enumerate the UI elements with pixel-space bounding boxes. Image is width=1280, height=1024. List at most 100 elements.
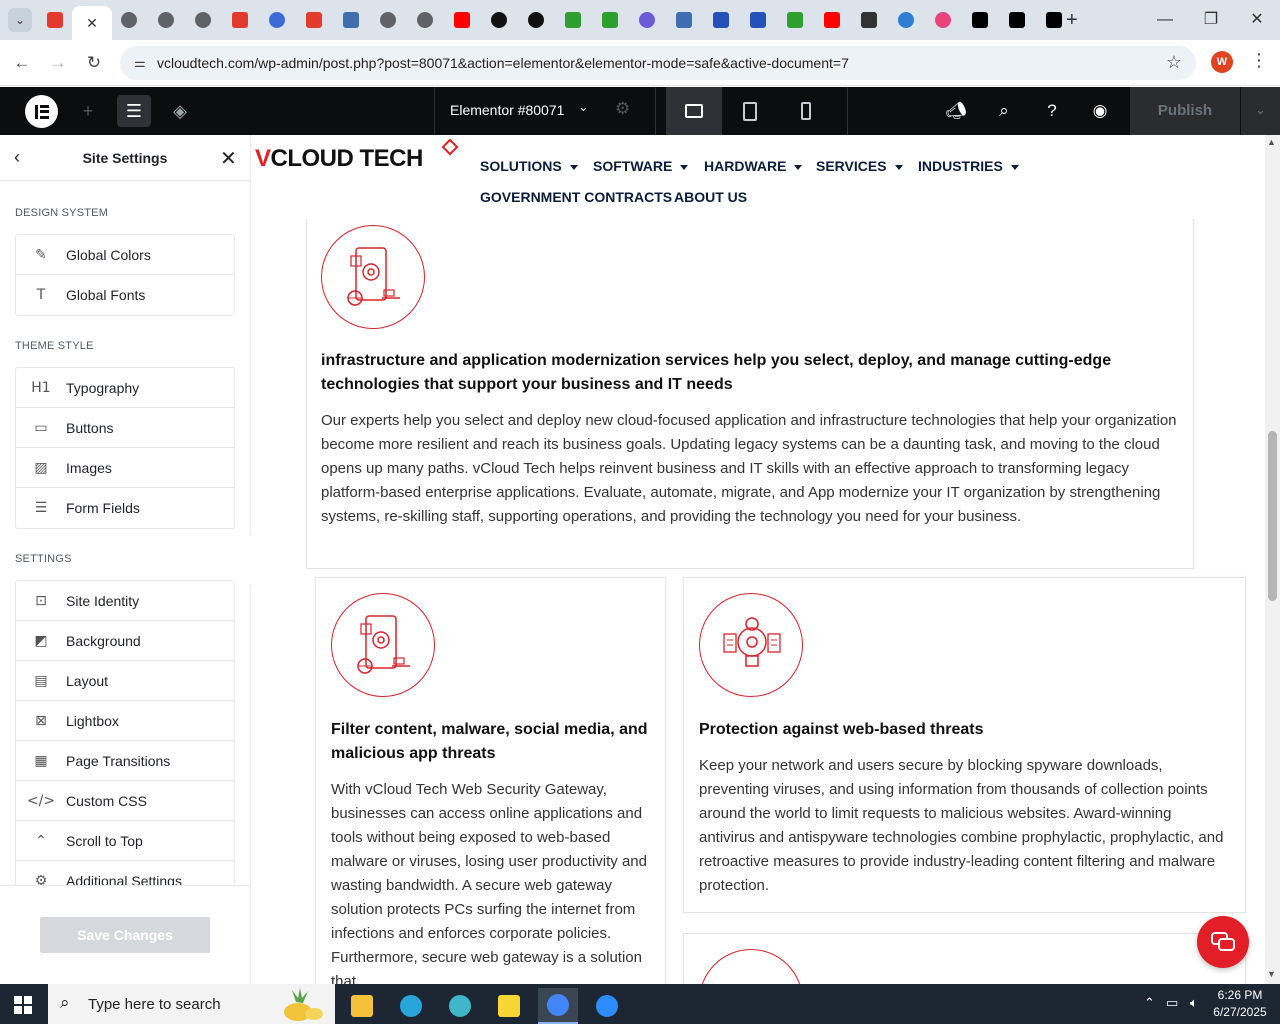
network-icon[interactable]: ▭ [1166, 995, 1178, 1011]
browser-tab[interactable] [39, 6, 71, 34]
publish-options-chevron-icon[interactable]: ⌄ [1241, 87, 1280, 135]
chat-icon[interactable] [1197, 916, 1249, 968]
nav-menu-item[interactable]: SERVICES [816, 158, 903, 174]
browser-tab[interactable] [520, 6, 552, 34]
scroll-thumb[interactable] [1268, 431, 1277, 601]
close-icon[interactable]: ✕ [220, 146, 237, 171]
panel-item-global-colors[interactable]: ✎ Global Colors [16, 235, 234, 275]
add-element-icon[interactable]: + [71, 95, 105, 127]
page-settings-gear-icon[interactable]: ⚙ [615, 99, 630, 119]
panel-item-form-fields[interactable]: ☰ Form Fields [16, 488, 234, 528]
browser-tab[interactable] [1001, 6, 1033, 34]
panel-item-images[interactable]: ▨ Images [16, 448, 234, 488]
browser-tab[interactable] [187, 6, 219, 34]
address-bar[interactable]: ⚌ vcloudtech.com/wp-admin/post.php?post=… [120, 46, 1196, 80]
panel-item-typography[interactable]: H1 Typography [16, 368, 234, 408]
preview-eye-icon[interactable]: ◉ [1088, 99, 1112, 123]
panel-item-site-identity[interactable]: ⊡ Site Identity [16, 581, 234, 621]
app-icon[interactable] [440, 988, 480, 1024]
reload-icon[interactable]: ↻ [83, 52, 105, 74]
file-explorer-icon[interactable] [342, 988, 382, 1024]
nav-menu-item[interactable]: INDUSTRIES [918, 158, 1019, 174]
save-changes-button[interactable]: Save Changes [40, 917, 210, 953]
browser-tab[interactable] [409, 6, 441, 34]
nav-menu-item[interactable]: SOFTWARE [593, 158, 689, 174]
site-info-icon[interactable]: ⚌ [130, 53, 150, 73]
volume-icon[interactable]: 🔈︎ [1190, 995, 1198, 1011]
panel-item-buttons[interactable]: ▭ Buttons [16, 408, 234, 448]
zoom-icon[interactable] [587, 988, 627, 1024]
new-tab-button[interactable]: + [1066, 8, 1086, 32]
browser-menu-icon[interactable]: ⋮ [1250, 50, 1268, 71]
browser-tab[interactable] [372, 6, 404, 34]
tablet-device-icon[interactable] [722, 87, 778, 135]
nav-menu-item[interactable]: HARDWARE [704, 158, 803, 174]
panel-scroll-area[interactable]: DESIGN SYSTEM ✎ Global Colors T Global Font… [0, 182, 250, 885]
minimize-button[interactable]: — [1150, 8, 1180, 32]
browser-tab[interactable] [446, 6, 478, 34]
nav-menu-item[interactable]: GOVERNMENT CONTRACTS [480, 189, 672, 205]
mobile-device-icon[interactable] [778, 87, 834, 135]
windows-start-icon[interactable] [14, 996, 32, 1014]
nav-menu-item[interactable]: ABOUT US [674, 189, 747, 205]
search-icon[interactable]: ⌕ [992, 99, 1016, 123]
bookmark-star-icon[interactable]: ☆ [1166, 52, 1182, 73]
browser-tab[interactable] [853, 6, 885, 34]
profile-avatar[interactable]: W [1211, 51, 1233, 73]
browser-tab[interactable] [927, 6, 959, 34]
back-icon[interactable]: ← [11, 52, 33, 74]
forward-icon[interactable]: → [47, 52, 69, 74]
help-icon[interactable]: ? [1040, 99, 1064, 123]
chrome-icon[interactable] [538, 988, 578, 1024]
scroll-down-arrow-icon[interactable]: ▼ [1267, 969, 1276, 979]
scroll-up-arrow-icon[interactable]: ▲ [1267, 137, 1276, 147]
browser-tab[interactable] [964, 6, 996, 34]
tab-search-dropdown[interactable]: ⌄ [8, 8, 32, 32]
site-settings-icon[interactable]: ☰ [117, 95, 151, 127]
taskbar-clock[interactable]: 6:26 PM 6/27/2025 [1208, 987, 1272, 1021]
browser-tab[interactable] [742, 6, 774, 34]
browser-tab[interactable] [890, 6, 922, 34]
publish-button[interactable]: Publish [1130, 87, 1240, 135]
restore-button[interactable]: ❐ [1196, 8, 1226, 32]
site-logo[interactable]: VCLOUD TECH [255, 145, 423, 173]
elementor-logo-icon[interactable] [25, 95, 58, 128]
browser-tab[interactable] [224, 6, 256, 34]
chevron-down-icon[interactable]: ⌄ [578, 99, 589, 115]
panel-item-layout[interactable]: ▤ Layout [16, 661, 234, 701]
panel-item-lightbox[interactable]: ⊠ Lightbox [16, 701, 234, 741]
preview-scrollbar[interactable]: ▲ ▼ [1265, 135, 1280, 984]
document-selector[interactable]: Elementor #80071 ⌄ ⚙ [434, 87, 656, 135]
panel-item-global-fonts[interactable]: T Global Fonts [16, 275, 234, 315]
nav-menu-item[interactable]: SOLUTIONS [480, 158, 578, 174]
panel-item-custom-css[interactable]: </> Custom CSS [16, 781, 234, 821]
close-window-button[interactable]: ✕ [1242, 8, 1272, 32]
browser-tab[interactable] [335, 6, 367, 34]
browser-tab[interactable] [150, 6, 182, 34]
show-hidden-icons-chevron-icon[interactable]: ⌃ [1144, 995, 1155, 1011]
url-text[interactable]: vcloudtech.com/wp-admin/post.php?post=80… [157, 55, 849, 71]
browser-tab[interactable] [261, 6, 293, 34]
browser-tab[interactable] [483, 6, 515, 34]
sticky-notes-icon[interactable] [489, 988, 529, 1024]
edge-icon[interactable] [391, 988, 431, 1024]
panel-item-background[interactable]: ◩ Background [16, 621, 234, 661]
panel-item-additional-settings[interactable]: ⚙ Additional Settings [16, 861, 234, 885]
browser-tab[interactable] [668, 6, 700, 34]
browser-tab[interactable] [594, 6, 626, 34]
structure-layers-icon[interactable]: ◈ [163, 95, 197, 127]
panel-item-scroll-to-top[interactable]: ⌃ Scroll to Top [16, 821, 234, 861]
desktop-device-icon[interactable] [666, 87, 722, 135]
notifications-megaphone-icon[interactable]: 📣︎ [944, 99, 968, 123]
panel-item-page-transitions[interactable]: ▦ Page Transitions [16, 741, 234, 781]
tab-active[interactable]: ✕ [72, 6, 112, 40]
browser-tab[interactable] [298, 6, 330, 34]
browser-tab[interactable] [779, 6, 811, 34]
taskbar-search-box[interactable]: ⌕ Type here to search [48, 984, 335, 1024]
browser-tab[interactable] [705, 6, 737, 34]
browser-tab[interactable] [816, 6, 848, 34]
browser-tab[interactable] [557, 6, 589, 34]
browser-tab[interactable] [113, 6, 145, 34]
browser-tab[interactable] [631, 6, 663, 34]
close-tab-icon[interactable]: ✕ [86, 15, 98, 32]
